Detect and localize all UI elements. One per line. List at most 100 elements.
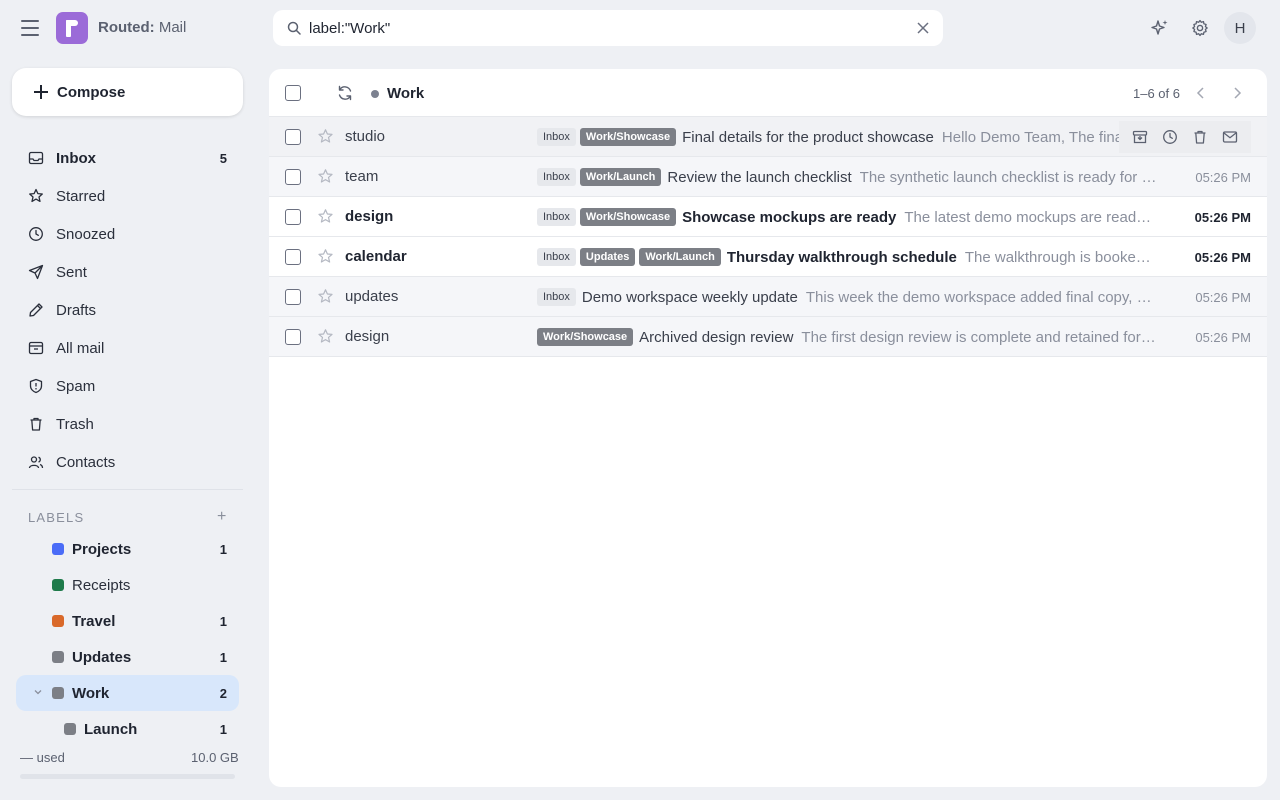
row-checkbox[interactable] bbox=[285, 129, 301, 145]
subject: Thursday walkthrough schedule bbox=[726, 248, 957, 266]
sidebar-item-snoozed[interactable]: Snoozed bbox=[12, 215, 243, 253]
label-color-swatch bbox=[52, 651, 64, 663]
label-name: Travel bbox=[72, 613, 116, 630]
row-actions bbox=[1119, 121, 1251, 153]
row-checkbox[interactable] bbox=[285, 249, 301, 265]
inbox-chip: Inbox bbox=[537, 288, 576, 306]
table-row[interactable]: studio Inbox Work/Showcase Final details … bbox=[269, 117, 1267, 157]
gear-icon[interactable] bbox=[1190, 18, 1210, 38]
search-icon bbox=[287, 21, 301, 35]
label-chip: Work/Showcase bbox=[579, 208, 677, 226]
unread-count: 5 bbox=[219, 151, 227, 166]
label-dot bbox=[371, 90, 379, 98]
clear-search-icon[interactable] bbox=[917, 22, 929, 34]
row-checkbox[interactable] bbox=[285, 209, 301, 225]
search-bar bbox=[273, 10, 943, 46]
sidebar-item-label: Sent bbox=[56, 264, 87, 281]
star-icon[interactable] bbox=[317, 248, 334, 265]
snippet: Hello Demo Team, The final showcase bbox=[941, 128, 1142, 146]
sidebar-item-spam[interactable]: Spam bbox=[12, 367, 243, 405]
menu-icon[interactable] bbox=[20, 18, 40, 38]
send-icon bbox=[28, 264, 44, 280]
app-logo[interactable] bbox=[56, 12, 88, 44]
clock-icon bbox=[29, 227, 43, 241]
sidebar-item-all-mail[interactable]: All mail bbox=[12, 329, 243, 367]
plus-icon bbox=[34, 85, 48, 99]
sidebar-item-label: All mail bbox=[56, 340, 105, 357]
row-checkbox[interactable] bbox=[285, 169, 301, 185]
labels-header: LABELS bbox=[28, 510, 85, 525]
label-item-launch[interactable]: Launch 1 bbox=[16, 711, 239, 747]
top-bar: Routed: Mail H bbox=[0, 0, 1280, 56]
sidebar-item-label: Drafts bbox=[56, 302, 97, 319]
sparkle-icon[interactable] bbox=[1150, 18, 1170, 38]
sidebar-item-contacts[interactable]: Contacts bbox=[12, 443, 243, 481]
label-color-swatch bbox=[52, 615, 64, 627]
timestamp: 05:26 PM bbox=[1194, 210, 1251, 225]
snippet: The synthetic launch checklist is ready … bbox=[859, 168, 1157, 186]
label-name: Work bbox=[72, 685, 110, 702]
label-name: Projects bbox=[72, 541, 132, 558]
sidebar-item-label: Snoozed bbox=[56, 226, 116, 243]
archive-icon bbox=[28, 341, 44, 355]
row-checkbox[interactable] bbox=[285, 329, 301, 345]
label-count: 1 bbox=[219, 650, 227, 665]
trash-icon[interactable] bbox=[1192, 129, 1208, 145]
next-page-icon[interactable] bbox=[1229, 85, 1245, 101]
subject: Final details for the product showcase bbox=[682, 128, 934, 146]
table-row[interactable]: team Inbox Work/Launch Review the launch … bbox=[269, 157, 1267, 197]
label-item-projects[interactable]: Projects 1 bbox=[16, 531, 239, 567]
label-color-swatch bbox=[64, 723, 76, 735]
table-row[interactable]: updates Inbox Demo workspace weekly upda… bbox=[269, 277, 1267, 317]
star-icon[interactable] bbox=[317, 288, 334, 305]
archive-icon[interactable] bbox=[1132, 129, 1148, 145]
chevron-down-icon[interactable] bbox=[33, 687, 43, 697]
label-chip: Work/Showcase bbox=[537, 328, 634, 346]
sender: calendar bbox=[345, 248, 407, 265]
label-chip: Work/Showcase bbox=[579, 128, 677, 146]
star-icon[interactable] bbox=[317, 208, 334, 225]
app-title: Routed: Mail bbox=[98, 19, 186, 36]
add-label-button[interactable]: + bbox=[217, 508, 226, 526]
sidebar-item-drafts[interactable]: Drafts bbox=[12, 291, 243, 329]
label-item-updates[interactable]: Updates 1 bbox=[16, 639, 239, 675]
refresh-icon[interactable] bbox=[336, 84, 354, 102]
select-all-checkbox[interactable] bbox=[285, 85, 301, 101]
message-content: Work/Showcase Archived design review The… bbox=[537, 317, 1157, 357]
snooze-clock-icon[interactable] bbox=[1162, 129, 1178, 145]
sidebar-item-sent[interactable]: Sent bbox=[12, 253, 243, 291]
timestamp: 05:26 PM bbox=[1195, 330, 1251, 345]
label-item-travel[interactable]: Travel 1 bbox=[16, 603, 239, 639]
snippet: This week the demo workspace added final… bbox=[805, 288, 1157, 306]
sidebar-item-label: Spam bbox=[56, 378, 96, 395]
timestamp: 05:26 PM bbox=[1195, 290, 1251, 305]
star-icon[interactable] bbox=[317, 328, 334, 345]
mark-unread-icon[interactable] bbox=[1222, 129, 1238, 145]
message-list-panel: Work 1–6 of 6 studio Inbox Work/Showcase … bbox=[269, 69, 1267, 787]
label-chip: Work/Launch bbox=[639, 248, 721, 266]
app-title-bold: Routed: bbox=[98, 19, 155, 36]
label-count: 2 bbox=[219, 686, 227, 701]
sender: team bbox=[345, 168, 379, 185]
sender: studio bbox=[345, 128, 386, 145]
table-row[interactable]: design Work/Showcase Archived design rev… bbox=[269, 317, 1267, 357]
star-icon[interactable] bbox=[317, 168, 334, 185]
sender: design bbox=[345, 328, 390, 345]
table-row[interactable]: calendar Inbox Updates Work/Launch Thursda… bbox=[269, 237, 1267, 277]
sender: updates bbox=[345, 288, 399, 305]
sidebar-item-trash[interactable]: Trash bbox=[12, 405, 243, 443]
row-checkbox[interactable] bbox=[285, 289, 301, 305]
label-item-receipts[interactable]: Receipts bbox=[16, 567, 239, 603]
table-row[interactable]: design Inbox Work/Showcase Showcase mocku… bbox=[269, 197, 1267, 237]
label-item-work[interactable]: Work 2 bbox=[16, 675, 239, 711]
sidebar-item-starred[interactable]: Starred bbox=[12, 177, 243, 215]
star-icon[interactable] bbox=[317, 128, 334, 145]
avatar[interactable]: H bbox=[1224, 12, 1256, 44]
snippet: The latest demo mockups are ready in the… bbox=[904, 208, 1157, 226]
search-input[interactable] bbox=[309, 18, 889, 38]
trash-icon bbox=[30, 417, 42, 431]
label-chip: Updates bbox=[579, 248, 636, 266]
sidebar-item-inbox[interactable]: Inbox 5 bbox=[12, 139, 243, 177]
compose-button[interactable]: Compose bbox=[12, 68, 243, 116]
prev-page-icon[interactable] bbox=[1193, 85, 1209, 101]
